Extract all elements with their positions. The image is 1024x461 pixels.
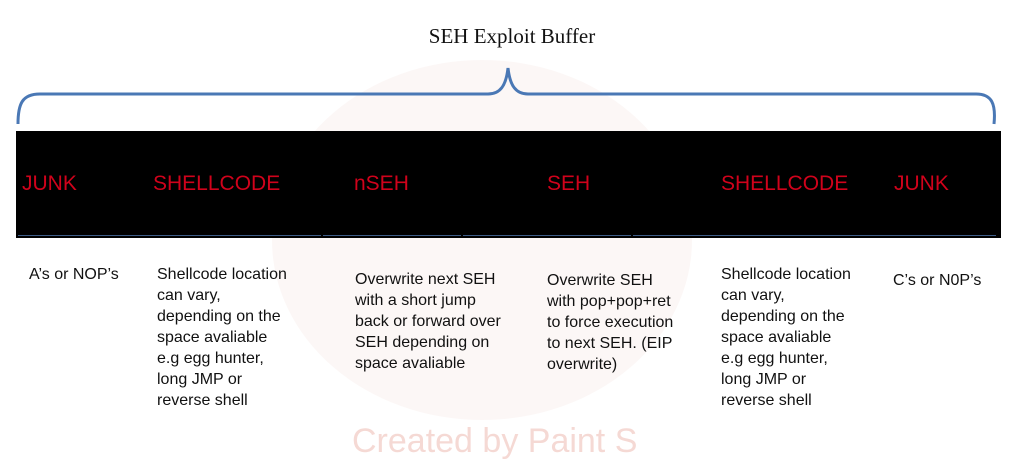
description-shellcode-start: Shellcode location can vary, depending o… [157,266,287,409]
description-nseh: Overwrite next SEH with a short jump bac… [355,271,501,372]
segment-divider-line [633,235,996,236]
segment-nseh: nSEH [354,172,409,195]
segment-junk-start: JUNK [22,172,77,195]
watermark-text: Created by Paint S [352,422,638,460]
description-junk-start: A’s or NOP’s [29,266,119,283]
segment-shellcode-end: SHELLCODE [721,172,849,195]
description-seh: Overwrite SEH with pop+pop+ret to force … [547,272,674,373]
segment-shellcode-start: SHELLCODE [153,172,281,195]
segment-junk-end: JUNK [894,172,949,195]
description-shellcode-end: Shellcode location can vary, depending o… [721,266,851,409]
segment-divider-line [463,235,631,236]
segment-divider-line [18,235,321,236]
description-junk-end: C’s or N0P’s [893,272,982,289]
segment-divider-line [323,235,461,236]
buffer-brace [16,67,996,125]
segment-seh: SEH [547,172,591,195]
